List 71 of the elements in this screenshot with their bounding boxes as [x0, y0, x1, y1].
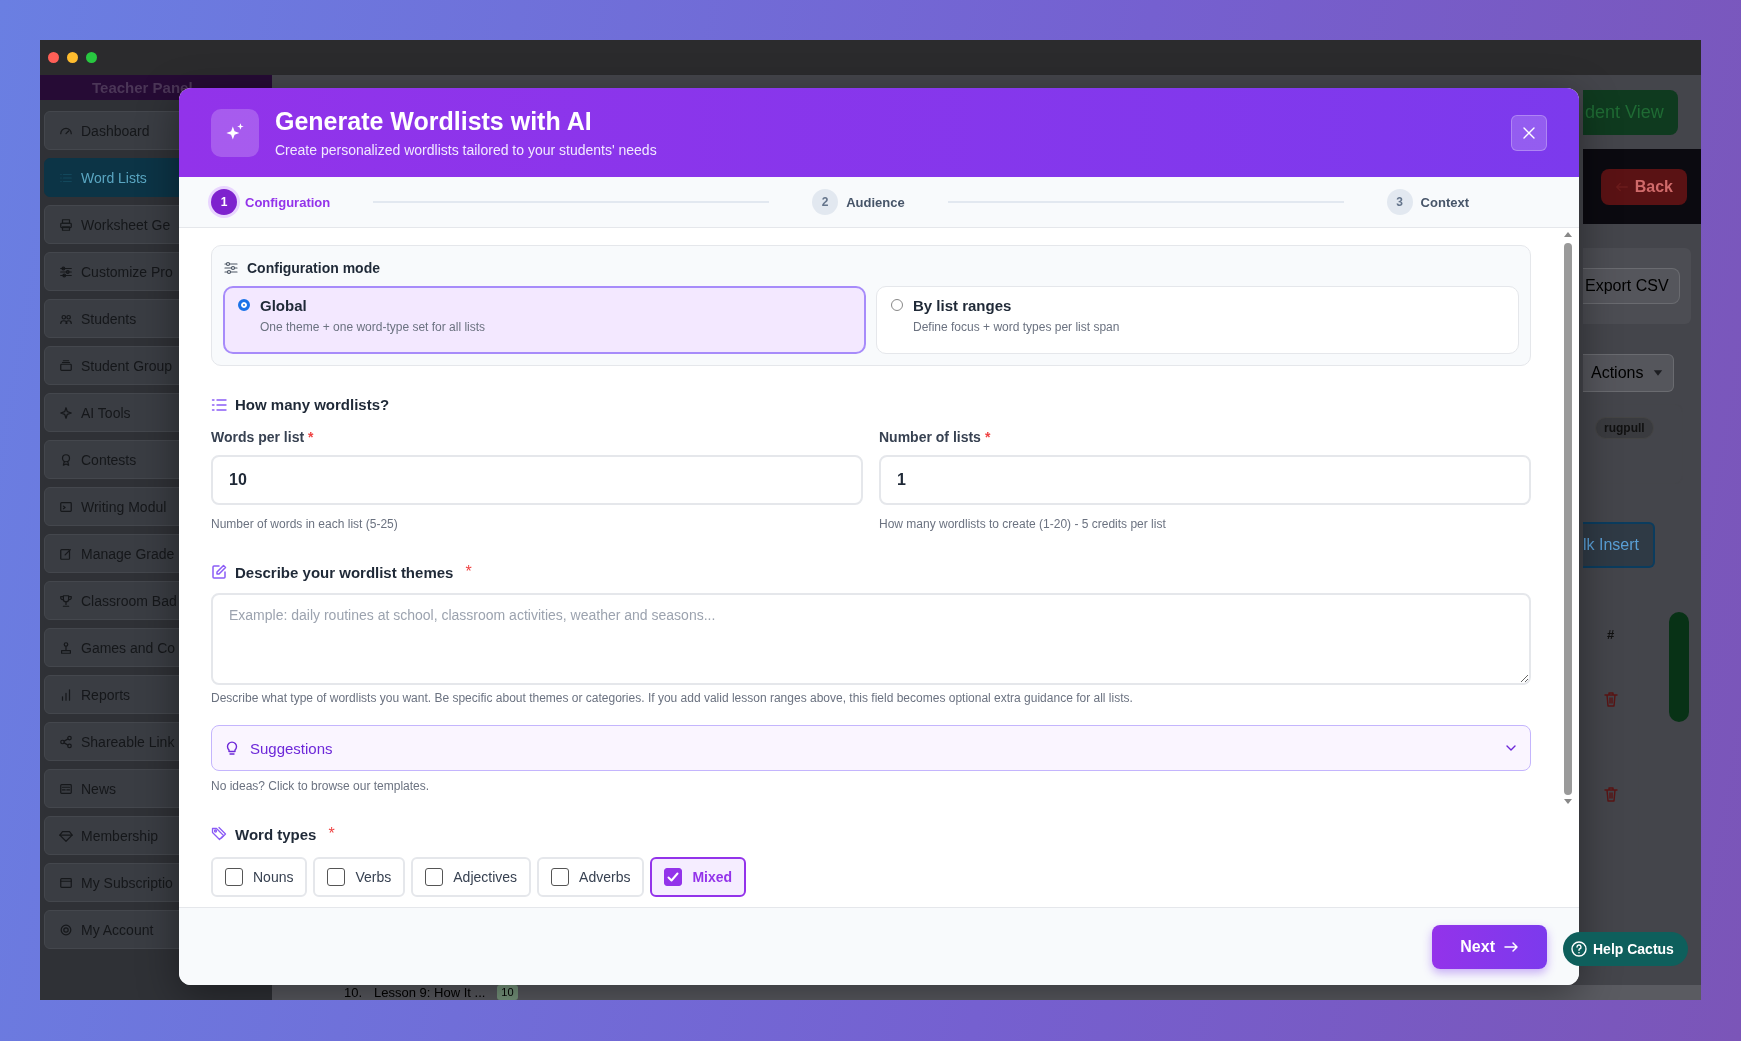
- terminal-icon: [59, 499, 73, 514]
- field-label: Number of lists: [879, 429, 981, 445]
- trophy-icon: [59, 593, 73, 608]
- pencil-square-icon: [59, 546, 73, 561]
- input-field[interactable]: 10: [211, 455, 863, 505]
- stack-icon: [59, 358, 73, 373]
- sparkle-icon: [59, 405, 73, 420]
- insert-button[interactable]: lk Insert: [1583, 522, 1655, 568]
- export-button[interactable]: Export CSV: [1583, 268, 1680, 304]
- gem-icon: [59, 828, 73, 843]
- modal-subtitle: Create personalized wordlists tailored to your students' needs: [275, 142, 658, 158]
- radio-option[interactable]: By list ranges Define focus + word types per list span: [876, 286, 1519, 354]
- edit-icon: [211, 564, 227, 580]
- modal-title: Generate Wordlists with AI: [275, 107, 593, 136]
- option-description: Define focus + word types per list span: [913, 320, 1120, 334]
- bar-chart-icon: [59, 687, 73, 702]
- suggestions-toggle[interactable]: Suggestions: [211, 725, 1531, 771]
- share-icon: [59, 734, 73, 749]
- actions-dropdown[interactable]: Actions: [1583, 354, 1675, 392]
- joystick-icon: [59, 640, 73, 655]
- printer-icon: [59, 217, 73, 232]
- close-button[interactable]: [1511, 114, 1547, 151]
- row-number: 10.: [344, 985, 363, 1000]
- card-icon: [59, 875, 73, 890]
- sliders-icon: [59, 264, 73, 279]
- lightbulb-icon: [224, 740, 240, 756]
- step-number: 3: [1386, 189, 1413, 215]
- sliders-icon: [223, 260, 239, 276]
- step-label: Audience: [846, 194, 905, 210]
- row-title: Lesson 9: How It ...: [374, 985, 486, 1000]
- step-label: Context: [1420, 194, 1469, 210]
- checkbox-option[interactable]: Verbs: [313, 857, 406, 897]
- medal-icon: [59, 452, 73, 467]
- option-title: By list ranges: [913, 297, 1013, 314]
- count-badge: 10: [497, 985, 518, 1000]
- list-icon: [211, 396, 227, 413]
- scroll-thumb[interactable]: [1669, 612, 1689, 722]
- newspaper-icon: [59, 781, 73, 796]
- required-mark: *: [465, 563, 472, 581]
- radio-option[interactable]: Global One theme + one word-type set for all lists: [223, 286, 866, 354]
- table-header: #: [1606, 625, 1615, 644]
- window-control-dot[interactable]: [67, 52, 78, 63]
- step[interactable]: 3 Context: [1386, 189, 1469, 215]
- checkbox[interactable]: [551, 868, 570, 886]
- window-control-dot[interactable]: [48, 52, 59, 63]
- checkbox-option[interactable]: Adjectives: [411, 857, 532, 897]
- checkbox[interactable]: [664, 868, 683, 886]
- help-text: How many wordlists to create (1-20) - 5 credits per list: [879, 517, 1167, 531]
- help-button[interactable]: Help Cactus: [1563, 932, 1688, 966]
- question-icon: [1571, 941, 1587, 957]
- input-field[interactable]: 1: [879, 455, 1531, 505]
- window-control-dot[interactable]: [86, 52, 97, 63]
- checkbox-option[interactable]: Mixed: [650, 857, 747, 897]
- text-area[interactable]: Example: daily routines at school, classroom activities, weather and seasons...: [211, 593, 1531, 685]
- checkbox[interactable]: [225, 868, 243, 886]
- checkbox-option[interactable]: Nouns: [211, 857, 308, 897]
- step-number: 2: [812, 189, 839, 215]
- back-button[interactable]: Back: [1600, 168, 1687, 205]
- required-mark: *: [328, 825, 335, 843]
- tag-icon: [211, 826, 227, 842]
- step-number: 1: [211, 189, 237, 215]
- checkbox-option[interactable]: Adverbs: [537, 857, 645, 897]
- next-button[interactable]: Next: [1432, 924, 1547, 969]
- radio-button[interactable]: [238, 299, 250, 311]
- checkmark-icon: [665, 869, 682, 885]
- step[interactable]: 2 Audience: [812, 189, 905, 215]
- required-mark: *: [308, 429, 314, 445]
- checkbox[interactable]: [327, 868, 346, 886]
- radio-button[interactable]: [891, 299, 903, 311]
- required-mark: *: [984, 429, 991, 445]
- checkbox[interactable]: [425, 868, 444, 886]
